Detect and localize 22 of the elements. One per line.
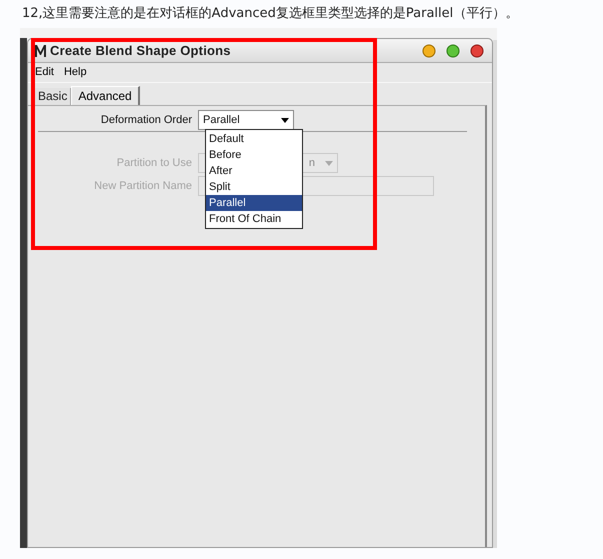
- tab[interactable]: Basic: [35, 88, 72, 105]
- window-title: Create Blend Shape Options: [50, 42, 231, 60]
- dropdown-option[interactable]: Before: [206, 147, 302, 163]
- dropdown-option[interactable]: Default: [206, 131, 302, 147]
- field-label: New Partition Name: [93, 178, 192, 194]
- menu-item[interactable]: Help: [64, 64, 87, 81]
- dropdown-option[interactable]: Front Of Chain: [206, 211, 302, 227]
- app-logo-icon: [34, 44, 47, 58]
- dropdown[interactable]: Parallel: [198, 110, 294, 130]
- tab[interactable]: Advanced: [71, 86, 140, 106]
- caret-icon: [325, 160, 333, 166]
- minimize-button[interactable]: [422, 44, 436, 58]
- menu-item[interactable]: Edit: [35, 64, 54, 81]
- field-label: Deformation Order: [100, 112, 192, 128]
- caret-icon: [281, 118, 289, 122]
- dropdown-option[interactable]: After: [206, 163, 302, 179]
- dropdown-option[interactable]: Split: [206, 179, 302, 195]
- field-label: Partition to Use: [116, 156, 192, 171]
- maximize-button[interactable]: [446, 44, 460, 58]
- close-button[interactable]: [470, 44, 484, 58]
- dropdown-option[interactable]: Parallel: [206, 195, 302, 211]
- caption-text: 12,这里需要注意的是在对话框的Advanced复选框里类型选择的是Parallel（平行）。: [22, 5, 518, 23]
